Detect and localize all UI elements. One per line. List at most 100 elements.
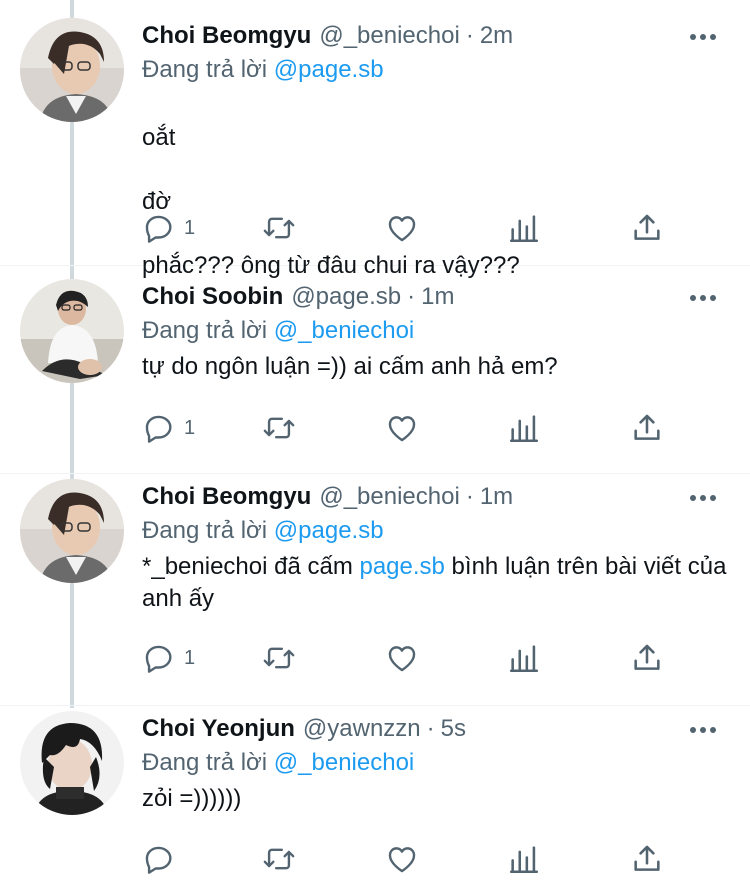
replying-to-mention[interactable]: @_beniechoi bbox=[274, 317, 414, 344]
tweet-3[interactable]: Choi Beomgyu @_beniechoi · 1m Đang trả l… bbox=[0, 473, 750, 706]
timestamp[interactable]: 5s bbox=[441, 713, 466, 745]
replying-to: Đang trả lời @page.sb bbox=[142, 54, 730, 86]
tweet-text-part: *_beniechoi đã cấm bbox=[142, 553, 360, 580]
inline-mention[interactable]: page.sb bbox=[359, 553, 444, 580]
share-upload-icon bbox=[634, 845, 660, 871]
retweet-button[interactable] bbox=[262, 638, 296, 678]
analytics-bars-icon bbox=[509, 645, 539, 673]
analytics-bars-icon bbox=[509, 215, 539, 243]
reply-bubble-icon bbox=[145, 645, 172, 673]
analytics-bars-icon bbox=[509, 415, 539, 443]
reply-button[interactable] bbox=[142, 839, 184, 879]
more-horizontal-icon bbox=[690, 727, 696, 733]
retweet-icon bbox=[263, 217, 295, 239]
retweet-icon bbox=[263, 848, 295, 870]
action-bar: 1 bbox=[142, 408, 682, 448]
share-upload-icon bbox=[634, 414, 660, 440]
author-handle[interactable]: @page.sb bbox=[291, 281, 401, 313]
avatar[interactable] bbox=[20, 18, 124, 122]
like-button[interactable] bbox=[385, 638, 419, 678]
share-button[interactable] bbox=[630, 839, 664, 879]
analytics-bars-icon bbox=[509, 846, 539, 874]
separator-dot: · bbox=[407, 283, 416, 310]
timestamp[interactable]: 2m bbox=[480, 20, 513, 52]
avatar-photo-icon bbox=[20, 279, 124, 383]
separator-dot: · bbox=[465, 22, 474, 49]
separator-dot: · bbox=[465, 483, 474, 510]
action-bar bbox=[142, 839, 682, 879]
timestamp[interactable]: 1m bbox=[421, 281, 454, 313]
heart-icon bbox=[388, 416, 416, 442]
share-upload-icon bbox=[634, 644, 660, 670]
tweet-1[interactable]: Choi Beomgyu @_beniechoi · 2m Đang trả l… bbox=[0, 0, 750, 279]
timestamp[interactable]: 1m bbox=[480, 481, 513, 513]
heart-icon bbox=[388, 646, 416, 672]
like-button[interactable] bbox=[385, 839, 419, 879]
more-options-button[interactable] bbox=[690, 727, 716, 735]
replying-to-label: Đang trả lời bbox=[142, 749, 268, 776]
tweet-text-line: oắt bbox=[142, 124, 176, 151]
author-name[interactable]: Choi Soobin bbox=[142, 281, 283, 313]
like-button[interactable] bbox=[385, 208, 419, 248]
reply-bubble-icon bbox=[145, 846, 172, 874]
avatar-photo-icon bbox=[20, 479, 124, 583]
share-button[interactable] bbox=[630, 408, 664, 448]
author-name[interactable]: Choi Beomgyu bbox=[142, 481, 311, 513]
more-horizontal-icon bbox=[690, 495, 696, 501]
replying-to-label: Đang trả lời bbox=[142, 517, 268, 544]
reply-count: 1 bbox=[184, 646, 196, 669]
reply-button[interactable]: 1 bbox=[142, 638, 195, 678]
tweet-2[interactable]: Choi Soobin @page.sb · 1m Đang trả lời @… bbox=[0, 265, 750, 474]
replying-to: Đang trả lời @_beniechoi bbox=[142, 315, 730, 347]
more-options-button[interactable] bbox=[690, 495, 716, 503]
tweet-4[interactable]: Choi Yeonjun @yawnzzn · 5s Đang trả lời … bbox=[0, 705, 750, 888]
replying-to-mention[interactable]: @_beniechoi bbox=[274, 749, 414, 776]
tweet-text: *_beniechoi đã cấm page.sb bình luận trê… bbox=[142, 551, 730, 615]
retweet-icon bbox=[263, 417, 295, 439]
share-button[interactable] bbox=[630, 638, 664, 678]
retweet-button[interactable] bbox=[262, 208, 296, 248]
author-handle[interactable]: @_beniechoi bbox=[319, 481, 459, 513]
more-options-button[interactable] bbox=[690, 295, 716, 303]
replying-to-mention[interactable]: @page.sb bbox=[274, 517, 384, 544]
replying-to-mention[interactable]: @page.sb bbox=[274, 56, 384, 83]
reply-count: 1 bbox=[184, 416, 196, 439]
reply-bubble-icon bbox=[145, 415, 172, 443]
views-button[interactable] bbox=[507, 408, 541, 448]
views-button[interactable] bbox=[507, 208, 541, 248]
avatar-photo-icon bbox=[20, 18, 124, 122]
retweet-icon bbox=[263, 647, 295, 669]
views-button[interactable] bbox=[507, 839, 541, 879]
heart-icon bbox=[388, 216, 416, 242]
author-name[interactable]: Choi Beomgyu bbox=[142, 20, 311, 52]
author-name[interactable]: Choi Yeonjun bbox=[142, 713, 295, 745]
heart-icon bbox=[388, 847, 416, 873]
tweet-text: zỏi =)))))) bbox=[142, 785, 242, 812]
views-button[interactable] bbox=[507, 638, 541, 678]
author-handle[interactable]: @_beniechoi bbox=[319, 20, 459, 52]
replying-to: Đang trả lời @page.sb bbox=[142, 515, 730, 547]
like-button[interactable] bbox=[385, 408, 419, 448]
share-upload-icon bbox=[634, 214, 660, 240]
action-bar: 1 bbox=[142, 638, 682, 678]
tweet-text: tự do ngôn luận =)) ai cấm anh hả em? bbox=[142, 353, 558, 380]
replying-to-label: Đang trả lời bbox=[142, 317, 268, 344]
reply-button[interactable]: 1 bbox=[142, 408, 195, 448]
replying-to-label: Đang trả lời bbox=[142, 56, 268, 83]
avatar[interactable] bbox=[20, 711, 124, 815]
reply-button[interactable]: 1 bbox=[142, 208, 195, 248]
share-button[interactable] bbox=[630, 208, 664, 248]
author-handle[interactable]: @yawnzzn bbox=[303, 713, 421, 745]
replying-to: Đang trả lời @_beniechoi bbox=[142, 747, 730, 779]
retweet-button[interactable] bbox=[262, 408, 296, 448]
more-options-button[interactable] bbox=[690, 34, 716, 42]
retweet-button[interactable] bbox=[262, 839, 296, 879]
avatar-photo-icon bbox=[20, 711, 124, 815]
avatar[interactable] bbox=[20, 279, 124, 383]
avatar[interactable] bbox=[20, 479, 124, 583]
separator-dot: · bbox=[426, 715, 435, 742]
reply-count: 1 bbox=[184, 216, 196, 239]
action-bar: 1 bbox=[142, 208, 682, 248]
reply-bubble-icon bbox=[145, 215, 172, 243]
more-horizontal-icon bbox=[690, 295, 696, 301]
